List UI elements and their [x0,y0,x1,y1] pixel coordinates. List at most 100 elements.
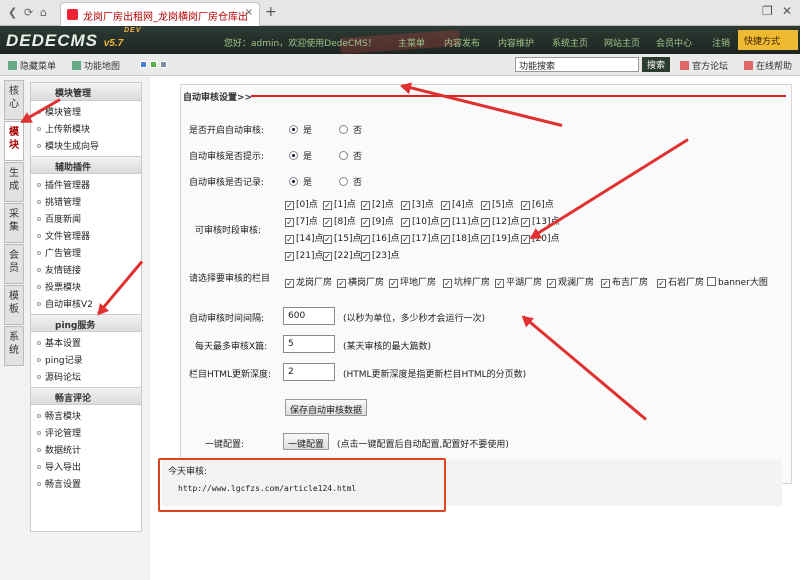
hour-checkbox[interactable]: ✓ [21]点 [285,248,323,261]
hour-checkbox[interactable]: ✓ [14]点 [285,231,323,244]
checkbox-checked-icon[interactable]: ✓ [481,218,490,227]
category-checkbox[interactable]: ✓ 坪地厂房 [389,275,436,288]
enable-auto-review-no[interactable]: 否 [339,123,362,136]
category-checkbox[interactable]: ✓ 龙岗厂房 [285,275,332,288]
hour-checkbox[interactable]: ✓ [6]点 [521,197,554,210]
sidebar-item-changyan-settings[interactable]: 畅言设置 [31,477,141,494]
restore-window-icon[interactable]: ❐ [762,4,773,18]
sidebar-item-error-manage[interactable]: 挑错管理 [31,195,141,212]
hour-checkbox[interactable]: ✓ [15]点 [323,231,361,244]
checkbox-checked-icon[interactable]: ✓ [323,235,332,244]
vtab-module[interactable]: 模块 [4,121,24,161]
hour-checkbox[interactable]: ✓ [8]点 [323,214,356,227]
hour-checkbox[interactable]: ✓ [12]点 [481,214,519,227]
checkbox-checked-icon[interactable]: ✓ [441,218,450,227]
depth-input[interactable]: 2 [283,363,335,381]
hour-checkbox[interactable]: ✓ [3]点 [401,197,434,210]
checkbox-checked-icon[interactable]: ✓ [285,252,294,261]
section-module-management[interactable]: 模块管理 [31,83,141,101]
category-checkbox[interactable]: ✓ 平湖厂房 [495,275,542,288]
sidebar-item-ads[interactable]: 广告管理 [31,246,141,263]
close-window-icon[interactable]: ✕ [782,4,792,18]
hide-menu-button[interactable]: 隐藏菜单 [8,59,56,72]
checkbox-checked-icon[interactable]: ✓ [657,279,666,288]
nav-maintain[interactable]: 内容维护 [498,36,534,49]
review-prompt-no[interactable]: 否 [339,149,362,162]
search-button[interactable]: 搜索 [642,57,670,72]
hour-checkbox[interactable]: ✓ [4]点 [441,197,474,210]
hour-checkbox[interactable]: ✓ [16]点 [361,231,399,244]
hour-checkbox[interactable]: ✓ [22]点 [323,248,361,261]
section-plugins[interactable]: 辅助插件 [31,156,141,174]
hour-checkbox[interactable]: ✓ [2]点 [361,197,394,210]
sidebar-item-comment-manage[interactable]: 评论管理 [31,426,141,443]
hour-checkbox[interactable]: ✓ [19]点 [481,231,519,244]
function-search-input[interactable]: 功能搜索 [515,57,639,72]
radio-unchecked-icon[interactable] [339,177,348,186]
hour-checkbox[interactable]: ✓ [7]点 [285,214,318,227]
nav-site-home[interactable]: 网站主页 [604,36,640,49]
radio-checked-icon[interactable] [289,125,298,134]
refresh-icon[interactable]: ⟳ [24,6,33,19]
vtab-template[interactable]: 模板 [4,285,24,325]
sidebar-item-stats[interactable]: 数据统计 [31,443,141,460]
sidebar-item-basic-settings[interactable]: 基本设置 [31,336,141,353]
sidebar-item-plugin-manager[interactable]: 插件管理器 [31,178,141,195]
one-click-config-button[interactable]: 一键配置 [283,433,330,450]
checkbox-checked-icon[interactable]: ✓ [547,279,556,288]
hour-checkbox[interactable]: ✓ [17]点 [401,231,439,244]
review-record-yes[interactable]: 是 [289,175,312,188]
sidebar-item-friend-links[interactable]: 友情链接 [31,263,141,280]
checkbox-checked-icon[interactable]: ✓ [285,235,294,244]
checkbox-checked-icon[interactable]: ✓ [285,218,294,227]
hour-checkbox[interactable]: ✓ [11]点 [441,214,479,227]
section-changyan[interactable]: 畅言评论 [31,387,141,405]
enable-auto-review-yes[interactable]: 是 [289,123,312,136]
home-icon[interactable]: ⌂ [40,6,47,19]
review-record-no[interactable]: 否 [339,175,362,188]
checkbox-checked-icon[interactable]: ✓ [337,279,346,288]
hour-checkbox[interactable]: ✓ [10]点 [401,214,439,227]
radio-unchecked-icon[interactable] [339,151,348,160]
sidebar-item-baidu-news[interactable]: 百度新闻 [31,212,141,229]
checkbox-checked-icon[interactable]: ✓ [401,218,410,227]
hour-checkbox[interactable]: ✓ [23]点 [361,248,399,261]
nav-system-home[interactable]: 系统主页 [552,36,588,49]
review-prompt-yes[interactable]: 是 [289,149,312,162]
checkbox-checked-icon[interactable]: ✓ [495,279,504,288]
checkbox-checked-icon[interactable]: ✓ [481,201,490,210]
hour-checkbox[interactable]: ✓ [1]点 [323,197,356,210]
hour-checkbox[interactable]: ✓ [18]点 [441,231,479,244]
official-forum-link[interactable]: 官方论坛 [680,59,728,72]
vtab-core[interactable]: 核心 [4,80,24,120]
vtab-generate[interactable]: 生成 [4,162,24,202]
checkbox-checked-icon[interactable]: ✓ [361,252,370,261]
checkbox-checked-icon[interactable]: ✓ [401,201,410,210]
checkbox-checked-icon[interactable]: ✓ [361,201,370,210]
hour-checkbox[interactable]: ✓ [0]点 [285,197,318,210]
sidebar-item-import-export[interactable]: 导入导出 [31,460,141,477]
sidebar-item-ping-log[interactable]: ping记录 [31,353,141,370]
new-tab-icon[interactable]: + [265,4,277,20]
checkbox-checked-icon[interactable]: ✓ [601,279,610,288]
nav-publish[interactable]: 内容发布 [444,36,480,49]
skin-gray-icon[interactable] [160,61,167,68]
save-auto-review-button[interactable]: 保存自动审核数据 [285,399,368,416]
vtab-system[interactable]: 系统 [4,326,24,366]
checkbox-checked-icon[interactable]: ✓ [443,279,452,288]
category-checkbox[interactable]: ✓ 观澜厂房 [547,275,594,288]
quick-access-button[interactable]: 快捷方式 [738,30,798,50]
category-checkbox[interactable]: ✓ 横岗厂房 [337,275,384,288]
checkbox-checked-icon[interactable]: ✓ [441,201,450,210]
vtab-member[interactable]: 会员 [4,244,24,284]
sidebar-item-module-wizard[interactable]: 模块生成向导 [31,139,141,156]
sidebar-item-file-manager[interactable]: 文件管理器 [31,229,141,246]
hour-checkbox[interactable]: ✓ [5]点 [481,197,514,210]
checkbox-unchecked-icon[interactable] [707,277,716,286]
checkbox-checked-icon[interactable]: ✓ [521,218,530,227]
sidebar-item-changyan-module[interactable]: 畅言模块 [31,409,141,426]
close-tab-icon[interactable]: × [245,7,253,18]
radio-checked-icon[interactable] [289,151,298,160]
vtab-collect[interactable]: 采集 [4,203,24,243]
checkbox-checked-icon[interactable]: ✓ [361,235,370,244]
